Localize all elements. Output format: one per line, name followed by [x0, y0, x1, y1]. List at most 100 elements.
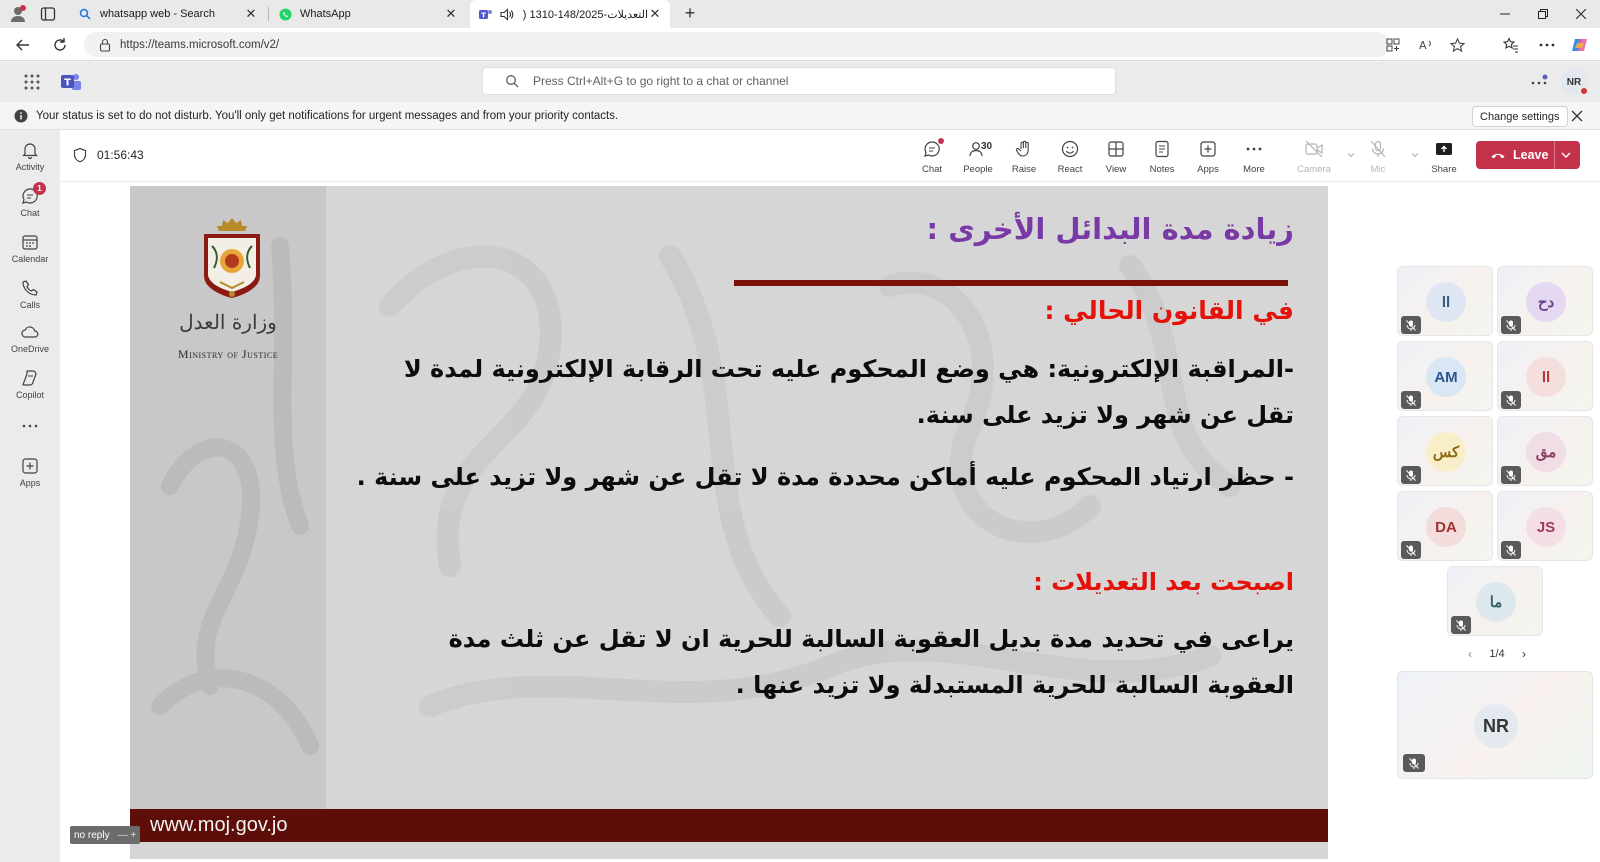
- favorites-icon[interactable]: [1500, 34, 1522, 56]
- react-button[interactable]: React: [1048, 136, 1092, 178]
- notes-icon: [1155, 140, 1169, 158]
- rail-item-activity[interactable]: Activity: [0, 134, 60, 178]
- slide-heading-after-amendments: اصبحت بعد التعديلات :: [1033, 568, 1294, 596]
- restore-button[interactable]: [1524, 0, 1562, 28]
- more-button[interactable]: More: [1232, 136, 1276, 178]
- leave-button[interactable]: Leave: [1476, 141, 1580, 169]
- rail-item-calls[interactable]: Calls: [0, 272, 60, 316]
- share-button[interactable]: Share: [1422, 136, 1466, 178]
- read-aloud-icon[interactable]: A: [1417, 36, 1435, 54]
- participant-tile[interactable]: JS: [1497, 491, 1593, 561]
- tab-separator: [268, 7, 269, 21]
- svg-text:T: T: [64, 78, 71, 89]
- info-icon: [14, 109, 28, 122]
- close-icon[interactable]: [1569, 108, 1585, 124]
- slide-website: www.moj.gov.jo: [150, 814, 288, 836]
- chat-button[interactable]: Chat: [910, 136, 954, 178]
- tab-whatsapp[interactable]: WhatsApp ✕: [270, 0, 466, 28]
- raise-hand-button[interactable]: Raise: [1002, 136, 1046, 178]
- rail-item-copilot[interactable]: Copilot: [0, 362, 60, 406]
- mic-muted-icon: [1401, 391, 1421, 409]
- mic-muted-icon: [1401, 541, 1421, 559]
- notes-button[interactable]: Notes: [1140, 136, 1184, 178]
- url-field[interactable]: https://teams.microsoft.com/v2/ A: [84, 32, 1465, 57]
- whatsapp-icon: [278, 7, 292, 21]
- mic-button[interactable]: Mic: [1356, 136, 1400, 178]
- app-launcher-icon[interactable]: [22, 72, 42, 92]
- rail-item-calendar[interactable]: Calendar: [0, 226, 60, 270]
- slide-divider-line: [734, 280, 1288, 286]
- tab-title: whatsapp web - Search: [100, 8, 215, 20]
- participant-tile[interactable]: ll: [1397, 266, 1493, 336]
- more-icon: [1246, 147, 1262, 151]
- participant-tile[interactable]: مق: [1497, 416, 1593, 486]
- close-tab-icon[interactable]: ✕: [444, 6, 458, 21]
- participant-tile[interactable]: DA: [1397, 491, 1493, 561]
- rail-item-chat[interactable]: 1 Chat: [0, 180, 60, 224]
- back-button[interactable]: [12, 34, 34, 56]
- zoom-controls-icon[interactable]: — +: [118, 830, 137, 841]
- new-tab-button[interactable]: +: [680, 4, 700, 24]
- rail-item-apps[interactable]: Apps: [0, 450, 60, 494]
- avatar-initials: NR: [1566, 76, 1582, 88]
- mic-options-chevron-icon[interactable]: [1410, 150, 1420, 160]
- mic-muted-icon: [1401, 316, 1421, 334]
- settings-more-icon[interactable]: [1536, 34, 1558, 56]
- app-available-icon[interactable]: [1384, 36, 1402, 54]
- participant-avatar: ll: [1426, 282, 1466, 322]
- tab-actions-icon[interactable]: [40, 6, 56, 22]
- close-window-button[interactable]: [1562, 0, 1600, 28]
- participant-tile[interactable]: دح: [1497, 266, 1593, 336]
- mic-muted-icon: [1501, 391, 1521, 409]
- speaker-icon[interactable]: [500, 7, 514, 21]
- change-settings-button[interactable]: Change settings: [1472, 106, 1568, 127]
- participant-tile[interactable]: AM: [1397, 341, 1493, 411]
- svg-text:T: T: [481, 11, 486, 19]
- rail-label: Calls: [19, 300, 40, 310]
- teams-logo-icon[interactable]: T: [60, 71, 82, 93]
- participant-tile[interactable]: ما: [1447, 566, 1543, 636]
- tab-whatsapp-search[interactable]: whatsapp web - Search ✕: [70, 0, 266, 28]
- close-tab-icon[interactable]: ✕: [244, 6, 258, 21]
- copilot-icon: [22, 370, 37, 386]
- ministry-english-name: Ministry of Justice: [177, 347, 279, 361]
- participant-tile[interactable]: ll: [1497, 341, 1593, 411]
- profile-icon[interactable]: [8, 4, 28, 24]
- self-video-tile[interactable]: NR: [1397, 671, 1593, 779]
- share-screen-icon: [1436, 143, 1452, 155]
- bell-icon: [22, 143, 38, 160]
- lock-icon[interactable]: [98, 38, 112, 52]
- copilot-icon[interactable]: [1569, 34, 1591, 56]
- smiley-icon: [1061, 140, 1079, 158]
- rail-label: OneDrive: [10, 344, 49, 354]
- shield-icon: [73, 147, 87, 163]
- more-options-icon[interactable]: [1530, 74, 1548, 90]
- camera-options-chevron-icon[interactable]: [1346, 150, 1356, 160]
- profile-avatar[interactable]: NR: [1561, 69, 1589, 96]
- chevron-right-icon[interactable]: ›: [1522, 647, 1526, 661]
- close-tab-icon[interactable]: ✕: [648, 6, 662, 21]
- chevron-left-icon[interactable]: ‹: [1468, 647, 1472, 661]
- rail-item-more[interactable]: [0, 404, 60, 448]
- refresh-button[interactable]: [49, 34, 71, 56]
- jordan-crest-logo: [204, 218, 260, 298]
- tab-title: WhatsApp: [300, 8, 351, 20]
- tab-teams-meeting[interactable]: T التعديلات-148/2025-1310 (1) ✕: [470, 0, 670, 28]
- tool-label: More: [1243, 164, 1265, 175]
- camera-off-icon: [1305, 140, 1323, 158]
- people-button[interactable]: 30 People: [956, 136, 1000, 178]
- teams-icon: T: [478, 7, 492, 21]
- chevron-down-icon[interactable]: [1560, 149, 1572, 161]
- meeting-timer: 01:56:43: [97, 148, 144, 162]
- participant-tile[interactable]: كس: [1397, 416, 1493, 486]
- camera-button[interactable]: Camera: [1292, 136, 1336, 178]
- rail-item-onedrive[interactable]: OneDrive: [0, 316, 60, 360]
- teams-search-input[interactable]: Press Ctrl+Alt+G to go right to a chat o…: [482, 67, 1116, 95]
- presenter-label[interactable]: no reply — +: [70, 826, 141, 844]
- participant-avatar: DA: [1426, 507, 1466, 547]
- view-button[interactable]: View: [1094, 136, 1138, 178]
- favorite-star-icon[interactable]: [1448, 36, 1466, 54]
- minimize-button[interactable]: [1486, 0, 1524, 28]
- apps-button[interactable]: Apps: [1186, 136, 1230, 178]
- tool-label: Mic: [1370, 164, 1386, 175]
